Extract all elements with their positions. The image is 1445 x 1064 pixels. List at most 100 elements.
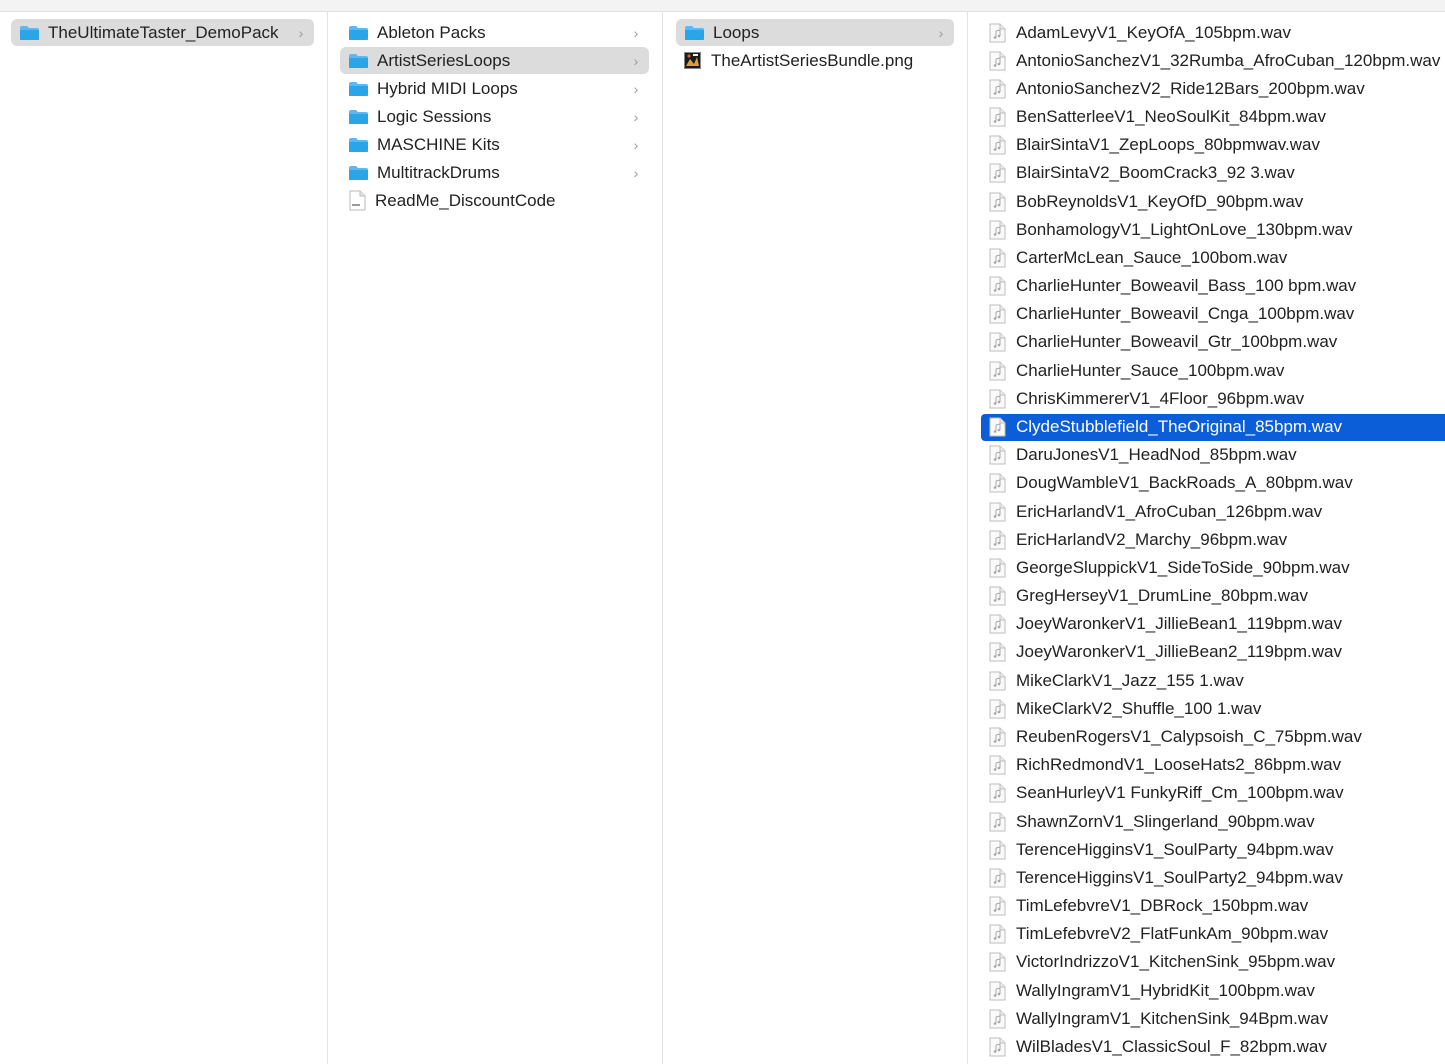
- file-row-label: AntonioSanchezV2_Ride12Bars_200bpm.wav: [1016, 78, 1365, 98]
- file-row-label: BenSatterleeV1_NeoSoulKit_84bpm.wav: [1016, 107, 1326, 127]
- audio-file-icon: [989, 530, 1006, 550]
- file-row[interactable]: GeorgeSluppickV1_SideToSide_90bpm.wav: [981, 554, 1445, 581]
- file-row[interactable]: DaruJonesV1_HeadNod_85bpm.wav: [981, 442, 1445, 469]
- file-row[interactable]: AdamLevyV1_KeyOfA_105bpm.wav: [981, 19, 1445, 46]
- audio-file-icon: [989, 671, 1006, 691]
- file-row[interactable]: MikeClarkV2_Shuffle_100 1.wav: [981, 695, 1445, 722]
- file-row[interactable]: AntonioSanchezV2_Ride12Bars_200bpm.wav: [981, 75, 1445, 102]
- column2-item-1[interactable]: ArtistSeriesLoops ›: [340, 47, 649, 74]
- column1-item-0-label: TheUltimateTaster_DemoPack: [48, 22, 279, 42]
- audio-file-icon: [989, 868, 1006, 888]
- file-row[interactable]: CharlieHunter_Boweavil_Cnga_100bpm.wav: [981, 301, 1445, 328]
- audio-file-icon: [989, 192, 1006, 212]
- file-row[interactable]: CharlieHunter_Sauce_100bpm.wav: [981, 357, 1445, 384]
- file-row-label: ClydeStubblefield_TheOriginal_85bpm.wav: [1016, 417, 1343, 437]
- file-row[interactable]: WallyIngramV1_HybridKit_100bpm.wav: [981, 977, 1445, 1004]
- file-row[interactable]: ReubenRogersV1_Calypsoish_C_75bpm.wav: [981, 724, 1445, 751]
- file-row-label: SeanHurleyV1 FunkyRiff_Cm_100bpm.wav: [1016, 783, 1344, 803]
- file-row[interactable]: MikeClarkV1_Jazz_155 1.wav: [981, 667, 1445, 694]
- file-row-label: BonhamologyV1_LightOnLove_130bpm.wav: [1016, 219, 1353, 239]
- file-row[interactable]: BlairSintaV2_BoomCrack3_92 3.wav: [981, 160, 1445, 187]
- folder-icon: [348, 25, 369, 41]
- audio-file-icon: [989, 417, 1006, 437]
- audio-file-icon: [989, 502, 1006, 522]
- audio-file-icon: [989, 924, 1006, 944]
- file-row-label: DaruJonesV1_HeadNod_85bpm.wav: [1016, 445, 1297, 465]
- file-row[interactable]: JoeyWaronkerV1_JillieBean1_119bpm.wav: [981, 611, 1445, 638]
- file-row[interactable]: TerenceHigginsV1_SoulParty2_94bpm.wav: [981, 864, 1445, 891]
- file-row-label: EricHarlandV2_Marchy_96bpm.wav: [1016, 529, 1288, 549]
- file-row[interactable]: EricHarlandV1_AfroCuban_126bpm.wav: [981, 498, 1445, 525]
- file-row[interactable]: BenSatterleeV1_NeoSoulKit_84bpm.wav: [981, 104, 1445, 131]
- file-row[interactable]: WilBladesV1_ClassicSoul_F_82bpm.wav: [981, 1033, 1445, 1060]
- file-row[interactable]: VictorIndrizzoV1_KitchenSink_95bpm.wav: [981, 949, 1445, 976]
- file-row-label: MikeClarkV1_Jazz_155 1.wav: [1016, 670, 1244, 690]
- file-row-label: ReubenRogersV1_Calypsoish_C_75bpm.wav: [1016, 727, 1362, 746]
- file-row-label: AdamLevyV1_KeyOfA_105bpm.wav: [1016, 22, 1291, 42]
- column1-item-0[interactable]: TheUltimateTaster_DemoPack ›: [11, 19, 314, 46]
- column3-item-0-label: Loops: [713, 22, 760, 42]
- file-row[interactable]: CarterMcLean_Sauce_100bom.wav: [981, 244, 1445, 271]
- audio-file-icon: [989, 473, 1006, 493]
- audio-file-icon: [989, 389, 1006, 409]
- file-row-label: BobReynoldsV1_KeyOfD_90bpm.wav: [1016, 191, 1304, 211]
- chevron-right-icon: ›: [298, 24, 304, 41]
- file-row-label: GeorgeSluppickV1_SideToSide_90bpm.wav: [1016, 557, 1350, 577]
- file-row[interactable]: TimLefebvreV1_DBRock_150bpm.wav: [981, 893, 1445, 920]
- audio-file-icon: [989, 79, 1006, 99]
- file-row[interactable]: BobReynoldsV1_KeyOfD_90bpm.wav: [981, 188, 1445, 215]
- column2-item-2[interactable]: Hybrid MIDI Loops ›: [340, 75, 649, 102]
- file-row[interactable]: TerenceHigginsV1_SoulParty_94bpm.wav: [981, 836, 1445, 863]
- file-row-label: TerenceHigginsV1_SoulParty2_94bpm.wav: [1016, 867, 1343, 887]
- audio-file-icon: [989, 23, 1006, 43]
- folder-icon: [348, 165, 369, 181]
- file-row-label: RichRedmondV1_LooseHats2_86bpm.wav: [1016, 755, 1342, 775]
- file-row[interactable]: EricHarlandV2_Marchy_96bpm.wav: [981, 526, 1445, 553]
- file-row-label: AntonioSanchezV1_32Rumba_AfroCuban_120bp…: [1016, 50, 1441, 70]
- file-row-label: EricHarlandV1_AfroCuban_126bpm.wav: [1016, 501, 1323, 521]
- file-row[interactable]: DougWambleV1_BackRoads_A_80bpm.wav: [981, 470, 1445, 497]
- column2-item-5-label: MultitrackDrums: [377, 162, 500, 182]
- file-row[interactable]: AntonioSanchezV1_32Rumba_AfroCuban_120bp…: [981, 47, 1445, 74]
- audio-file-icon: [989, 135, 1006, 155]
- audio-file-icon: [989, 840, 1006, 860]
- file-row[interactable]: RichRedmondV1_LooseHats2_86bpm.wav: [981, 752, 1445, 779]
- audio-file-icon: [989, 361, 1006, 381]
- audio-file-icon: [989, 981, 1006, 1001]
- column2-item-5[interactable]: MultitrackDrums ›: [340, 159, 649, 186]
- file-row[interactable]: BlairSintaV1_ZepLoops_80bpmwav.wav: [981, 132, 1445, 159]
- file-row[interactable]: SeanHurleyV1 FunkyRiff_Cm_100bpm.wav: [981, 780, 1445, 807]
- file-row[interactable]: ChrisKimmererV1_4Floor_96bpm.wav: [981, 385, 1445, 412]
- audio-file-icon: [989, 332, 1006, 352]
- file-row-label: GregHerseyV1_DrumLine_80bpm.wav: [1016, 586, 1308, 606]
- file-row[interactable]: ShawnZornV1_Slingerland_90bpm.wav: [981, 808, 1445, 835]
- file-row[interactable]: WallyIngramV1_KitchenSink_94Bpm.wav: [981, 1005, 1445, 1032]
- file-row[interactable]: CharlieHunter_Boweavil_Bass_100 bpm.wav: [981, 273, 1445, 300]
- column3-item-0[interactable]: Loops ›: [676, 19, 954, 46]
- column2-item-3[interactable]: Logic Sessions ›: [340, 103, 649, 130]
- file-row-label: ChrisKimmererV1_4Floor_96bpm.wav: [1016, 388, 1305, 408]
- chevron-right-icon: ›: [633, 164, 639, 181]
- file-row[interactable]: GregHerseyV1_DrumLine_80bpm.wav: [981, 583, 1445, 610]
- column3-item-1[interactable]: TheArtistSeriesBundle.png: [676, 47, 954, 74]
- audio-file-icon: [989, 727, 1006, 747]
- file-row-label: TimLefebvreV2_FlatFunkAm_90bpm.wav: [1016, 924, 1329, 944]
- file-row[interactable]: TimLefebvreV2_FlatFunkAm_90bpm.wav: [981, 921, 1445, 948]
- column2-item-0[interactable]: Ableton Packs ›: [340, 19, 649, 46]
- audio-file-icon: [989, 248, 1006, 268]
- chevron-right-icon: ›: [633, 108, 639, 125]
- file-row[interactable]: BonhamologyV1_LightOnLove_130bpm.wav: [981, 216, 1445, 243]
- file-row[interactable]: CharlieHunter_Boweavil_Gtr_100bpm.wav: [981, 329, 1445, 356]
- file-row-label: VictorIndrizzoV1_KitchenSink_95bpm.wav: [1016, 952, 1336, 972]
- audio-file-icon: [989, 1009, 1006, 1029]
- audio-file-icon: [989, 51, 1006, 71]
- column2-item-4-label: MASCHINE Kits: [377, 134, 500, 154]
- file-row[interactable]: ClydeStubblefield_TheOriginal_85bpm.wav: [981, 413, 1445, 441]
- audio-file-icon: [989, 558, 1006, 578]
- column2-item-6[interactable]: ReadMe_DiscountCode: [340, 187, 649, 214]
- audio-file-icon: [989, 642, 1006, 662]
- audio-file-icon: [989, 614, 1006, 634]
- folder-icon: [348, 109, 369, 125]
- file-row[interactable]: JoeyWaronkerV1_JillieBean2_119bpm.wav: [981, 639, 1445, 666]
- column2-item-4[interactable]: MASCHINE Kits ›: [340, 131, 649, 158]
